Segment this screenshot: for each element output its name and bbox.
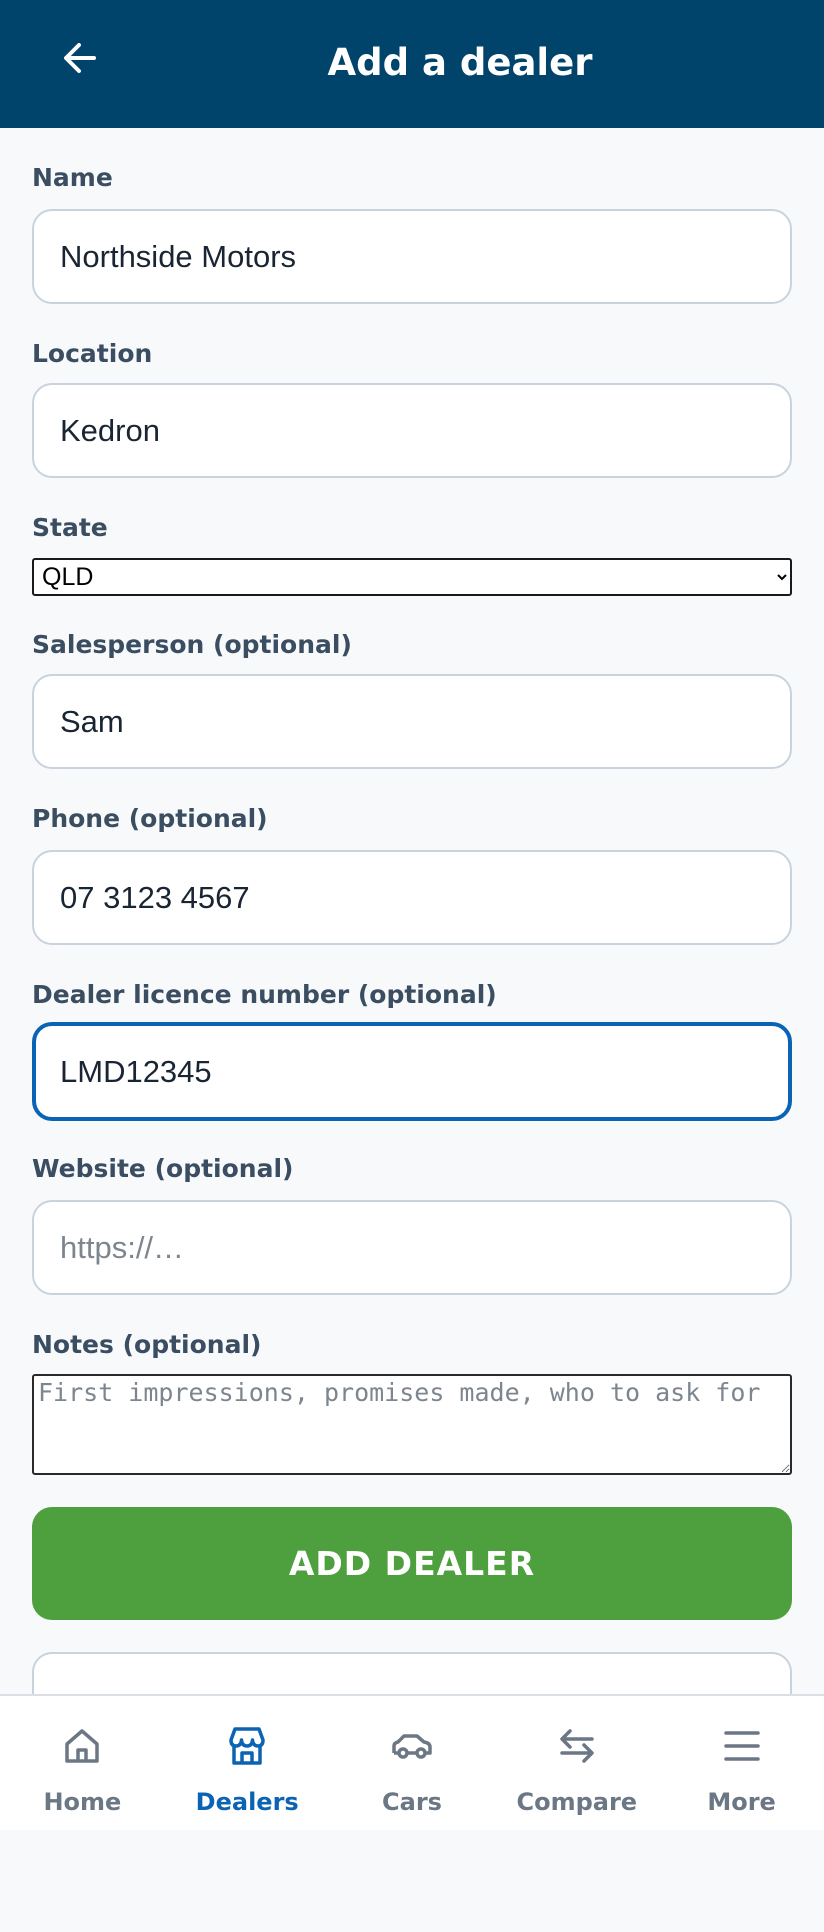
- website-input[interactable]: [32, 1200, 792, 1295]
- home-icon: [65, 1729, 100, 1763]
- nav-label-more: More: [707, 1788, 776, 1816]
- licence-label: Dealer licence number (optional): [32, 980, 497, 1009]
- location-label: Location: [32, 339, 153, 368]
- licence-input[interactable]: [32, 1022, 792, 1121]
- website-label: Website (optional): [32, 1154, 294, 1183]
- salesperson-label: Salesperson (optional): [32, 630, 352, 659]
- nav-item-home[interactable]: Home: [0, 1696, 165, 1830]
- bottom-nav: Home Dealers Cars Compare More: [0, 1694, 824, 1830]
- page-title: Add a dealer: [327, 41, 593, 84]
- nav-item-compare[interactable]: Compare: [494, 1696, 659, 1830]
- nav-item-more[interactable]: More: [659, 1696, 824, 1830]
- nav-label-cars: Cars: [382, 1788, 442, 1816]
- state-label: State: [32, 513, 108, 542]
- nav-label-dealers: Dealers: [195, 1788, 299, 1816]
- name-input[interactable]: [32, 209, 792, 304]
- store-icon: [229, 1727, 265, 1765]
- salesperson-input[interactable]: [32, 674, 792, 769]
- app-header: Add a dealer: [0, 0, 824, 128]
- phone-label: Phone (optional): [32, 804, 268, 833]
- name-label: Name: [32, 163, 113, 192]
- nav-label-home: Home: [43, 1788, 122, 1816]
- nav-label-compare: Compare: [516, 1788, 638, 1816]
- nav-item-dealers[interactable]: Dealers: [165, 1696, 330, 1830]
- phone-input[interactable]: [32, 850, 792, 945]
- state-select[interactable]: QLD: [32, 558, 792, 596]
- location-input[interactable]: [32, 383, 792, 478]
- compare-arrows-icon: [560, 1729, 594, 1763]
- add-dealer-button[interactable]: ADD DEALER: [32, 1507, 792, 1620]
- car-icon: [392, 1734, 432, 1759]
- nav-item-cars[interactable]: Cars: [330, 1696, 495, 1830]
- notes-textarea[interactable]: [32, 1374, 792, 1475]
- menu-icon: [723, 1731, 760, 1761]
- notes-label: Notes (optional): [32, 1330, 262, 1359]
